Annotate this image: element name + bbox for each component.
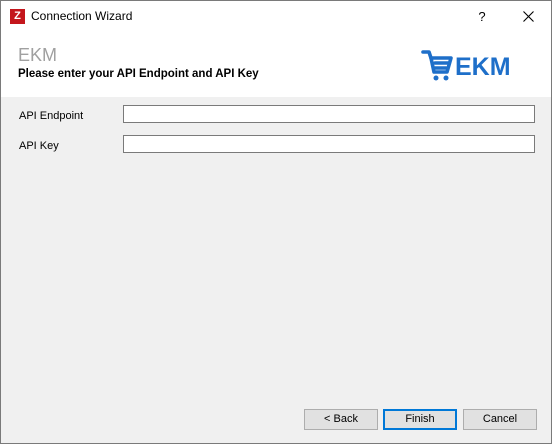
wizard-header: EKM Please enter your API Endpoint and A… (1, 32, 551, 97)
back-button[interactable]: < Back (304, 409, 378, 430)
cart-icon (421, 50, 453, 74)
close-icon (522, 11, 534, 22)
header-title: EKM (18, 45, 58, 65)
app-icon: Z (10, 9, 25, 24)
api-key-input[interactable] (123, 135, 535, 153)
api-key-label: API Key (19, 140, 59, 152)
header-subtitle: Please enter your API Endpoint and API K… (18, 68, 259, 80)
cancel-button[interactable]: Cancel (463, 409, 537, 430)
logo-text: EKM (455, 53, 511, 81)
ekm-logo: EKM (421, 50, 511, 81)
close-button[interactable] (505, 1, 551, 32)
connection-wizard-window: Z Connection Wizard ? EKM Please enter y… (0, 0, 552, 444)
api-endpoint-input[interactable] (123, 105, 535, 123)
window-title: Connection Wizard (31, 9, 133, 23)
finish-button[interactable]: Finish (383, 409, 457, 430)
title-bar[interactable]: Z Connection Wizard ? (1, 1, 551, 32)
api-endpoint-label: API Endpoint (19, 110, 84, 122)
help-button[interactable]: ? (459, 1, 505, 32)
